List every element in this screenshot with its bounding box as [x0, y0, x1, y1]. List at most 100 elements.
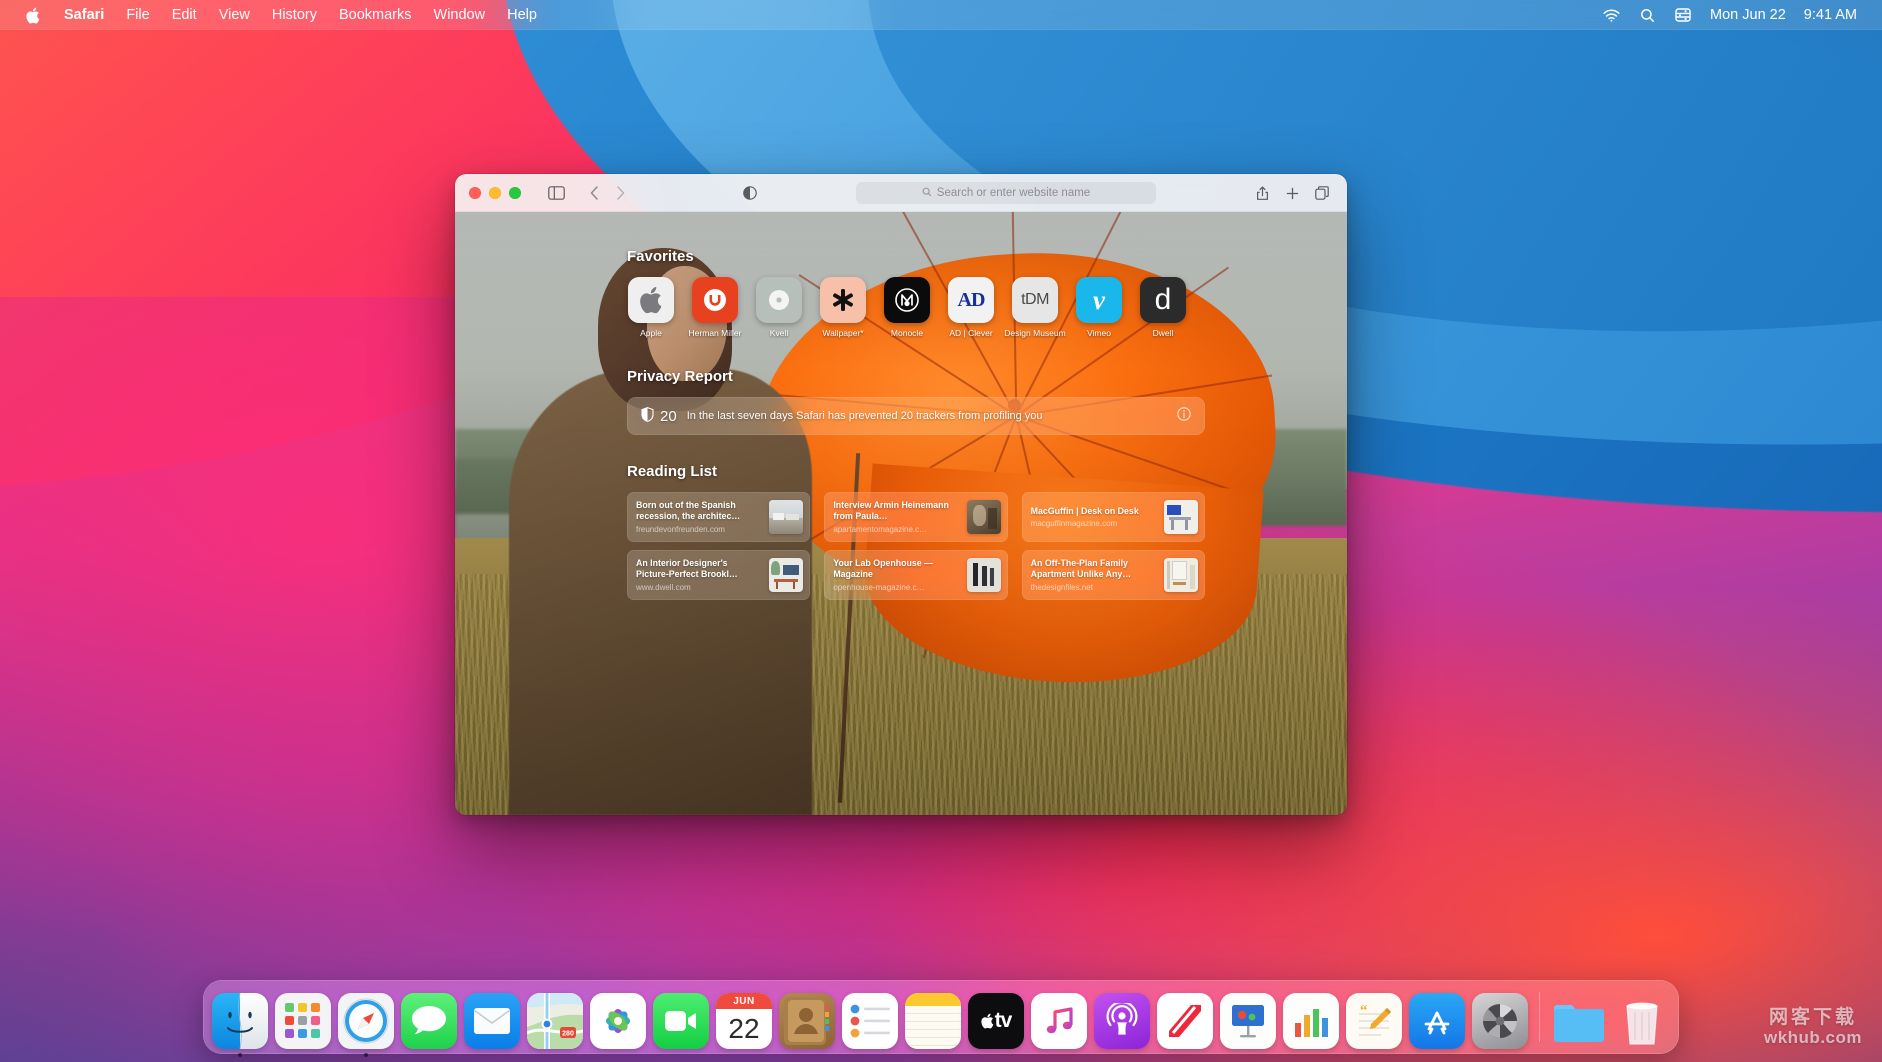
dock-item-music[interactable] — [1031, 993, 1087, 1049]
dock-item-news[interactable] — [1157, 993, 1213, 1049]
dock-item-appstore[interactable] — [1409, 993, 1465, 1049]
dock-item-pages[interactable]: “ — [1346, 993, 1402, 1049]
downloads-folder-icon — [1551, 993, 1607, 1049]
safari-start-page: Favorites Apple Herman Miller — [455, 212, 1347, 815]
dock-item-calendar[interactable]: JUN 22 — [716, 993, 772, 1049]
reading-list-item[interactable]: An Off-The-Plan Family Apartment Unlike … — [1022, 550, 1205, 600]
menu-bar: Safari File Edit View History Bookmarks … — [0, 0, 1882, 30]
reading-list-item[interactable]: MacGuffin | Desk on Desk macguffinmagazi… — [1022, 492, 1205, 542]
people-thumb — [967, 558, 1001, 592]
dock-item-notes[interactable] — [905, 993, 961, 1049]
close-button[interactable] — [469, 187, 481, 199]
plus-icon[interactable] — [1279, 181, 1305, 205]
apple-favicon — [628, 277, 674, 323]
favorite-vimeo[interactable]: v Vimeo — [1075, 277, 1123, 338]
info-icon[interactable] — [1177, 407, 1191, 426]
favorites-row: Apple Herman Miller — [627, 277, 1347, 338]
keynote-icon — [1220, 993, 1276, 1049]
reading-list-text: Your Lab Openhouse — Magazine openhouse-… — [833, 558, 958, 592]
dock-item-messages[interactable] — [401, 993, 457, 1049]
reading-list-url: apartamentomagazine.c… — [833, 525, 958, 534]
zoom-button[interactable] — [509, 187, 521, 199]
reading-list-item[interactable]: Interview Armin Heinemann from Paula… ap… — [824, 492, 1007, 542]
favorite-label: Vimeo — [1087, 328, 1111, 338]
share-icon[interactable] — [1249, 181, 1275, 205]
contrast-icon[interactable] — [737, 181, 763, 205]
favorite-herman-miller[interactable]: Herman Miller — [691, 277, 739, 338]
back-button[interactable] — [581, 181, 607, 205]
menu-item-edit[interactable]: Edit — [161, 0, 208, 30]
shield-icon — [641, 407, 654, 426]
favorite-kvell[interactable]: Kvell — [755, 277, 803, 338]
favorite-dwell[interactable]: d Dwell — [1139, 277, 1187, 338]
reading-list-url: openhouse-magazine.c… — [833, 583, 958, 592]
reading-list-item[interactable]: Born out of the Spanish recession, the a… — [627, 492, 810, 542]
dock-item-trash[interactable] — [1614, 993, 1670, 1049]
dock-item-mail[interactable] — [464, 993, 520, 1049]
dock-item-safari[interactable] — [338, 993, 394, 1049]
menu-item-help[interactable]: Help — [496, 0, 548, 30]
dock-item-launchpad[interactable] — [275, 993, 331, 1049]
dock-item-keynote[interactable] — [1220, 993, 1276, 1049]
dock-item-facetime[interactable] — [653, 993, 709, 1049]
apartment-thumb — [1164, 558, 1198, 592]
watermark: 网客下载 wkhub.com — [1764, 1007, 1862, 1048]
reading-list-title: An Interior Designer's Picture-Perfect B… — [636, 558, 761, 580]
safari-icon — [338, 993, 394, 1049]
safari-window[interactable]: Search or enter website name — [455, 174, 1347, 815]
dock-item-contacts[interactable] — [779, 993, 835, 1049]
dock-item-photos[interactable] — [590, 993, 646, 1049]
dock-item-finder[interactable] — [212, 993, 268, 1049]
menu-item-bookmarks[interactable]: Bookmarks — [328, 0, 423, 30]
sidebar-toggle-icon[interactable] — [543, 181, 569, 205]
maps-icon: 280 — [527, 993, 583, 1049]
dock-item-appletv[interactable]: tv — [968, 993, 1024, 1049]
favorite-label: Apple — [640, 328, 662, 338]
menu-item-safari[interactable]: Safari — [53, 0, 115, 30]
favorite-wallpaper[interactable]: Wallpaper* — [819, 277, 867, 338]
menu-item-view[interactable]: View — [208, 0, 261, 30]
svg-text:280: 280 — [562, 1030, 574, 1037]
dock-item-reminders[interactable] — [842, 993, 898, 1049]
appletv-icon: tv — [968, 993, 1024, 1049]
reading-list-title: Your Lab Openhouse — Magazine — [833, 558, 958, 580]
reading-list-text: An Interior Designer's Picture-Perfect B… — [636, 558, 761, 592]
wifi-icon[interactable] — [1593, 0, 1630, 30]
reading-list-item[interactable]: An Interior Designer's Picture-Perfect B… — [627, 550, 810, 600]
interior-thumb — [769, 558, 803, 592]
address-bar[interactable]: Search or enter website name — [856, 182, 1156, 204]
forward-button[interactable] — [607, 181, 633, 205]
privacy-report-card[interactable]: 20 In the last seven days Safari has pre… — [627, 397, 1205, 435]
reading-list-item[interactable]: Your Lab Openhouse — Magazine openhouse-… — [824, 550, 1007, 600]
apple-logo-icon[interactable] — [13, 0, 53, 30]
calendar-icon: JUN 22 — [716, 993, 772, 1049]
menu-bar-clock[interactable]: 9:41 AM — [1795, 0, 1866, 30]
kvell-favicon — [756, 277, 802, 323]
reading-list-title: MacGuffin | Desk on Desk — [1031, 506, 1156, 517]
favorite-apple[interactable]: Apple — [627, 277, 675, 338]
menu-item-history[interactable]: History — [261, 0, 328, 30]
menu-item-file[interactable]: File — [115, 0, 160, 30]
search-icon[interactable] — [1630, 0, 1665, 30]
dock-item-podcasts[interactable] — [1094, 993, 1150, 1049]
reminders-icon — [842, 993, 898, 1049]
control-center-icon[interactable] — [1665, 0, 1701, 30]
dock: 280 — [203, 980, 1679, 1054]
tab-overview-icon[interactable] — [1309, 181, 1335, 205]
dock-item-maps[interactable]: 280 — [527, 993, 583, 1049]
dock-item-downloads[interactable] — [1551, 993, 1607, 1049]
systempreferences-icon — [1472, 993, 1528, 1049]
dwell-favicon: d — [1140, 277, 1186, 323]
menu-item-window[interactable]: Window — [423, 0, 497, 30]
news-icon — [1157, 993, 1213, 1049]
minimize-button[interactable] — [489, 187, 501, 199]
dock-item-systempreferences[interactable] — [1472, 993, 1528, 1049]
menu-bar-date[interactable]: Mon Jun 22 — [1701, 0, 1795, 30]
dock-item-numbers[interactable] — [1283, 993, 1339, 1049]
favorite-monocle[interactable]: Monocle — [883, 277, 931, 338]
toolbar-left-group — [543, 181, 633, 205]
favorite-design-museum[interactable]: tDM Design Museum — [1011, 277, 1059, 338]
herman-miller-favicon — [692, 277, 738, 323]
favorite-ad-clever[interactable]: AD AD | Clever — [947, 277, 995, 338]
design-museum-favicon: tDM — [1012, 277, 1058, 323]
